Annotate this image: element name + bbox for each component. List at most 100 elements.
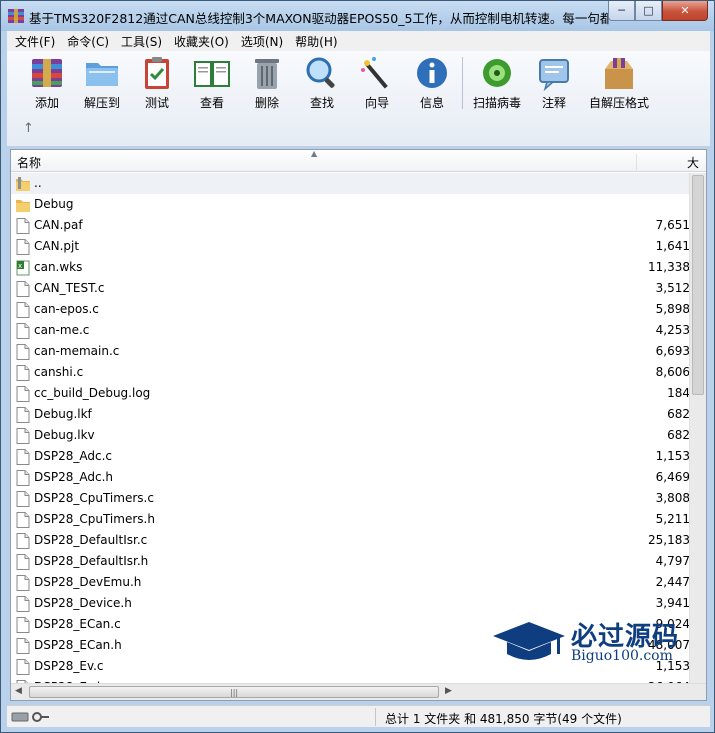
file-icon [16, 386, 30, 402]
view-button[interactable]: 查看 [182, 55, 242, 113]
file-icon [16, 638, 30, 654]
vertical-scroll-thumb[interactable] [692, 175, 704, 395]
delete-button[interactable]: 删除 [237, 55, 297, 113]
file-row[interactable]: DSP28_CpuTimers.h 5,211 [11, 509, 690, 530]
file-row[interactable]: DSP28_DefaultIsr.h 4,797 [11, 551, 690, 572]
sfx-box-icon [605, 58, 633, 89]
column-size-header[interactable]: 大小 [636, 154, 706, 187]
file-icon [16, 281, 30, 297]
file-row[interactable]: canshi.c 8,606 [11, 362, 690, 383]
virus-scan-label: 扫描病毒 [472, 96, 521, 110]
wizard-button[interactable]: 向导 [347, 55, 407, 113]
folder-icon [16, 200, 30, 212]
file-icon [16, 617, 30, 633]
file-icon [16, 554, 30, 570]
delete-label: 删除 [254, 96, 279, 110]
menu-options[interactable]: 选项(N) [235, 33, 289, 50]
file-row[interactable]: DSP28_Device.h 3,941 [11, 593, 690, 614]
file-icon [16, 218, 30, 234]
file-size: 3,512 [655, 281, 690, 295]
file-icon [16, 449, 30, 465]
trash-icon [255, 59, 279, 89]
horizontal-scroll-thumb[interactable]: ||| [29, 686, 439, 698]
file-name: Debug [34, 197, 74, 211]
add-button[interactable]: 添加 [17, 55, 77, 113]
file-row[interactable]: CAN.pjt 1,641 [11, 236, 690, 257]
horizontal-scrollbar[interactable]: ◀ ||| ▶ [11, 683, 706, 700]
extract-folder-icon [86, 63, 118, 86]
file-row[interactable]: Debug.lkf 682 [11, 404, 690, 425]
minimize-button[interactable]: ─ [608, 1, 635, 21]
column-name-header[interactable]: 名称 [17, 154, 41, 171]
file-name: DSP28_ECan.h [34, 638, 122, 652]
file-name: CAN.paf [34, 218, 83, 232]
file-row[interactable]: can-me.c 4,253 [11, 320, 690, 341]
winrar-window: 基于TMS320F2812通过CAN总线控制3个MAXON驱动器EPOS50_5… [0, 0, 715, 733]
file-row[interactable]: CAN.paf 7,651 [11, 215, 690, 236]
file-name: can-epos.c [34, 302, 99, 316]
magnifier-icon [306, 57, 335, 88]
file-name: DSP28_Device.h [34, 596, 132, 610]
file-row[interactable]: cc_build_Debug.log 184 [11, 383, 690, 404]
file-row[interactable]: can-memain.c 6,693 [11, 341, 690, 362]
up-folder-button[interactable]: ↑ [23, 121, 34, 136]
sfx-button[interactable]: 自解压格式 [587, 55, 651, 113]
grip-icon: ||| [230, 688, 239, 697]
file-row[interactable]: DSP28_CpuTimers.c 3,808 [11, 488, 690, 509]
comment-button[interactable]: 注释 [524, 55, 584, 113]
file-row[interactable]: Debug.lkv 682 [11, 425, 690, 446]
find-button[interactable]: 查找 [292, 55, 352, 113]
file-row[interactable]: DSP28_Adc.c 1,153 [11, 446, 690, 467]
status-separator [375, 708, 376, 726]
test-button[interactable]: 测试 [127, 55, 187, 113]
sfx-label: 自解压格式 [588, 96, 649, 110]
menu-help[interactable]: 帮助(H) [289, 33, 343, 50]
column-header: 名称 ▲ 大小 [11, 149, 706, 187]
file-icon [16, 302, 30, 318]
file-icon [16, 491, 30, 507]
file-name: can-me.c [34, 323, 90, 337]
menu-command[interactable]: 命令(C) [61, 33, 115, 50]
menu-tools[interactable]: 工具(S) [115, 33, 168, 50]
test-label: 测试 [144, 96, 169, 110]
file-row[interactable]: x can.wks 11,338 [11, 257, 690, 278]
status-bar: 总计 1 文件夹 和 481,850 字节(49 个文件) [7, 705, 710, 727]
menu-bar: 文件(F) 命令(C) 工具(S) 收藏夹(O) 选项(N) 帮助(H) [7, 31, 710, 51]
file-row[interactable]: DSP28_DevEmu.h 2,447 [11, 572, 690, 593]
add-archive-icon [32, 59, 62, 87]
file-icon [16, 239, 30, 255]
window-title: 基于TMS320F2812通过CAN总线控制3个MAXON驱动器EPOS50_5… [29, 11, 609, 26]
caption-buttons: ─ □ ✕ [608, 1, 708, 21]
file-name: DSP28_CpuTimers.h [34, 512, 155, 526]
file-row[interactable]: DSP28_DefaultIsr.c 25,183 [11, 530, 690, 551]
scroll-right-icon[interactable]: ▶ [445, 686, 452, 696]
extract-to-button[interactable]: 解压到 [72, 55, 132, 113]
file-size: 682 [667, 428, 690, 442]
menu-file[interactable]: 文件(F) [9, 33, 61, 50]
maximize-button[interactable]: □ [635, 1, 662, 21]
scroll-left-icon[interactable]: ◀ [15, 686, 22, 696]
magic-wand-icon [361, 57, 388, 89]
info-icon [417, 58, 447, 88]
file-icon [16, 512, 30, 528]
file-size: 6,693 [655, 344, 690, 358]
folder-up-icon [16, 177, 30, 191]
file-icon [16, 344, 30, 360]
menu-favorites[interactable]: 收藏夹(O) [168, 33, 235, 50]
file-name: CAN_TEST.c [34, 281, 105, 295]
file-row[interactable]: can-epos.c 5,898 [11, 299, 690, 320]
file-row[interactable]: Debug [11, 194, 690, 215]
sort-ascending-icon: ▲ [311, 149, 318, 158]
file-name: Debug.lkf [34, 407, 92, 421]
file-size: 11,338 [648, 260, 690, 274]
vertical-scrollbar[interactable] [689, 173, 706, 685]
close-button[interactable]: ✕ [662, 1, 708, 21]
file-size: 682 [667, 407, 690, 421]
file-row[interactable]: CAN_TEST.c 3,512 [11, 278, 690, 299]
file-row[interactable]: DSP28_Adc.h 6,469 [11, 467, 690, 488]
file-row[interactable]: .. [11, 173, 690, 194]
comment-label: 注释 [541, 96, 566, 110]
info-button[interactable]: 信息 [402, 55, 462, 113]
virus-scan-button[interactable]: 扫描病毒 [467, 55, 527, 113]
title-bar[interactable]: 基于TMS320F2812通过CAN总线控制3个MAXON驱动器EPOS50_5… [1, 1, 714, 31]
